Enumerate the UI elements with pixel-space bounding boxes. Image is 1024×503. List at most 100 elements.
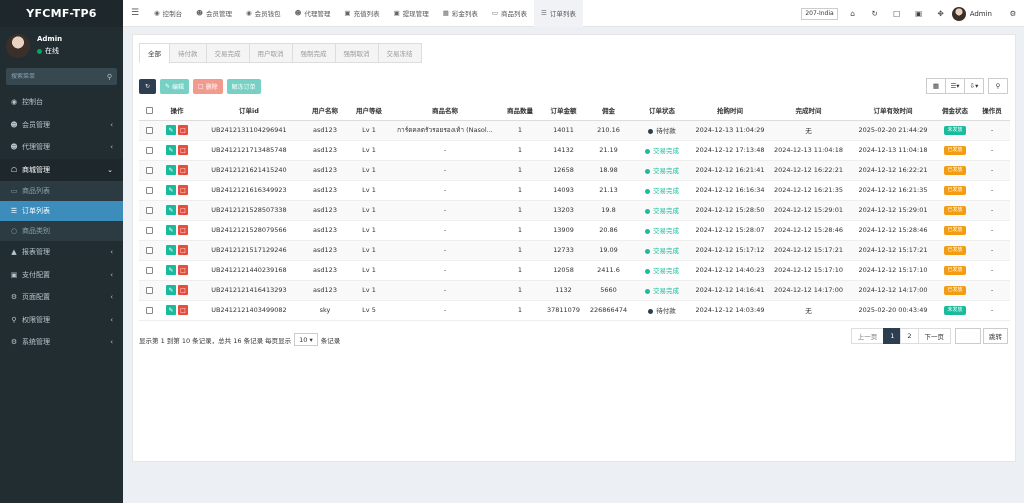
row-checkbox[interactable] xyxy=(139,140,159,161)
sidebar-item-shop[interactable]: ☖ 商城管理 ⌄ xyxy=(0,158,123,181)
cell-level: Lv 1 xyxy=(347,200,391,221)
columns-icon: ☰▾ xyxy=(950,82,960,90)
status-badge: 已发放 xyxy=(944,186,966,195)
tab-members[interactable]: ☻ 会员管理 xyxy=(189,0,239,27)
search-icon[interactable]: ⚲ xyxy=(107,73,112,81)
filter-tab-force-cancel[interactable]: 强制取消 xyxy=(334,43,379,63)
cell-comm-status: 已发放 xyxy=(936,280,974,301)
sidebar-item-system[interactable]: ⚙ 系统管理 ‹ xyxy=(0,331,123,354)
col-header-order-id[interactable]: 订单id xyxy=(195,101,303,121)
col-header-finish-time[interactable]: 完成时间 xyxy=(767,101,850,121)
sidebar-item-permissions[interactable]: ⚲ 权限管理 ‹ xyxy=(0,309,123,332)
columns-button[interactable]: ☰▾ xyxy=(945,78,965,94)
filter-tab-force-complete[interactable]: 强制完成 xyxy=(291,43,336,63)
unfreeze-order-button[interactable]: 解冻订单 xyxy=(226,79,261,94)
menu-search[interactable]: ⚲ xyxy=(6,68,117,85)
pencil-icon[interactable]: ✎ xyxy=(166,265,176,275)
jump-button[interactable]: 跳转 xyxy=(983,328,1008,344)
row-checkbox[interactable] xyxy=(139,220,159,241)
select-all-checkbox[interactable] xyxy=(139,101,159,121)
trash-icon[interactable]: □ xyxy=(178,285,188,295)
sidebar-item-agents[interactable]: ☻ 代理管理 ‹ xyxy=(0,136,123,159)
trash-icon[interactable]: □ xyxy=(178,125,188,135)
menu-search-input[interactable] xyxy=(11,73,101,80)
admin-avatar[interactable] xyxy=(951,6,966,21)
pencil-icon[interactable]: ✎ xyxy=(166,145,176,155)
sidebar-item-dashboard[interactable]: ◉ 控制台 xyxy=(0,91,123,114)
page-size-select[interactable]: 10 ▾ xyxy=(294,333,318,346)
row-checkbox[interactable] xyxy=(139,160,159,181)
trash-icon[interactable]: □ xyxy=(178,185,188,195)
edit-button[interactable]: ✎ 编辑 xyxy=(160,79,189,94)
cell-order-id: UB2412121403499082 xyxy=(195,300,303,321)
translate-icon[interactable]: ▣ xyxy=(908,9,930,18)
search-button[interactable]: ⚲ xyxy=(988,78,1008,94)
trash-icon[interactable]: □ xyxy=(886,9,908,18)
refresh-button[interactable]: ↻ xyxy=(139,79,156,94)
home-icon[interactable]: ⌂ xyxy=(842,9,864,18)
row-checkbox[interactable] xyxy=(139,120,159,141)
tab-agents[interactable]: ☻ 代理管理 xyxy=(288,0,338,27)
tab-wallet[interactable]: ◉ 会员钱包 xyxy=(239,0,288,27)
trash-icon[interactable]: □ xyxy=(178,305,188,315)
monitor-icon: ▭ xyxy=(491,9,499,17)
sidebar-item-reports[interactable]: ▲ 报表管理 ‹ xyxy=(0,241,123,264)
trash-icon[interactable]: □ xyxy=(178,145,188,155)
sidebar-item-payment[interactable]: ▣ 支付配置 ‹ xyxy=(0,264,123,287)
filter-tab-all[interactable]: 全部 xyxy=(139,43,170,63)
col-header-valid-time[interactable]: 订单有效时间 xyxy=(850,101,936,121)
tab-orders[interactable]: ☰ 订单列表 xyxy=(534,0,583,27)
row-checkbox[interactable] xyxy=(139,180,159,201)
prev-page-button[interactable]: 上一页 xyxy=(850,328,885,344)
col-header-grab-time[interactable]: 抢购时间 xyxy=(693,101,767,121)
trash-icon[interactable]: □ xyxy=(178,245,188,255)
filter-tab-user-cancel[interactable]: 用户取消 xyxy=(248,43,293,63)
page-1-button[interactable]: 1 xyxy=(883,328,902,344)
pencil-icon[interactable]: ✎ xyxy=(166,305,176,315)
row-checkbox[interactable] xyxy=(139,300,159,321)
row-checkbox[interactable] xyxy=(139,280,159,301)
filter-tab-completed[interactable]: 交易完成 xyxy=(205,43,250,63)
pencil-icon[interactable]: ✎ xyxy=(166,225,176,235)
language-select[interactable]: 207-India xyxy=(801,7,838,20)
filter-tab-frozen[interactable]: 交易冻结 xyxy=(377,43,422,63)
sidebar-item-pages[interactable]: ⚙ 页面配置 ‹ xyxy=(0,286,123,309)
export-button[interactable]: ⇩▾ xyxy=(964,78,984,94)
sidebar-toggle-icon[interactable]: ☰ xyxy=(123,0,147,27)
sidebar-item-members[interactable]: ☻ 会员管理 ‹ xyxy=(0,114,123,137)
tab-products[interactable]: ▭ 商品列表 xyxy=(485,0,534,27)
pencil-icon[interactable]: ✎ xyxy=(166,125,176,135)
tab-withdraw[interactable]: ▣ 提现管理 xyxy=(387,0,436,27)
delete-button[interactable]: □ 删除 xyxy=(192,79,223,94)
row-checkbox[interactable] xyxy=(139,240,159,261)
pencil-icon[interactable]: ✎ xyxy=(166,185,176,195)
trash-icon[interactable]: □ xyxy=(178,265,188,275)
sidebar-item-products[interactable]: ▭ 商品列表 xyxy=(0,181,123,201)
tab-dashboard[interactable]: ◉ 控制台 xyxy=(147,0,189,27)
tab-bonus[interactable]: ▦ 彩金列表 xyxy=(436,0,485,27)
pencil-icon[interactable]: ✎ xyxy=(166,205,176,215)
filter-tab-pending[interactable]: 待付款 xyxy=(169,43,207,63)
trash-icon[interactable]: □ xyxy=(178,205,188,215)
app-logo[interactable]: YFCMF-TP6 xyxy=(0,0,123,27)
pencil-icon[interactable]: ✎ xyxy=(166,285,176,295)
sidebar-item-categories[interactable]: ○ 商品类别 xyxy=(0,221,123,241)
next-page-button[interactable]: 下一页 xyxy=(917,328,951,344)
trash-icon[interactable]: □ xyxy=(178,225,188,235)
row-checkbox[interactable] xyxy=(139,260,159,281)
cogs-icon[interactable]: ⚙ xyxy=(1002,9,1024,18)
admin-name[interactable]: Admin xyxy=(970,10,992,18)
refresh-icon[interactable]: ↻ xyxy=(864,9,886,18)
fullscreen-icon[interactable]: ✥ xyxy=(930,9,952,18)
toggle-view-button[interactable]: ▦ xyxy=(926,78,946,94)
table-view-controls: ▦ ☰▾ ⇩▾ ⚲ xyxy=(926,78,1008,94)
chart-icon: ▲ xyxy=(11,248,17,257)
trash-icon[interactable]: □ xyxy=(178,165,188,175)
row-checkbox[interactable] xyxy=(139,200,159,221)
pencil-icon[interactable]: ✎ xyxy=(166,245,176,255)
page-2-button[interactable]: 2 xyxy=(900,328,919,344)
tab-recharge[interactable]: ▣ 充值列表 xyxy=(337,0,386,27)
pencil-icon[interactable]: ✎ xyxy=(166,165,176,175)
sidebar-item-orders[interactable]: ☰ 订单列表 xyxy=(0,201,123,221)
jump-page-input[interactable] xyxy=(955,328,981,344)
